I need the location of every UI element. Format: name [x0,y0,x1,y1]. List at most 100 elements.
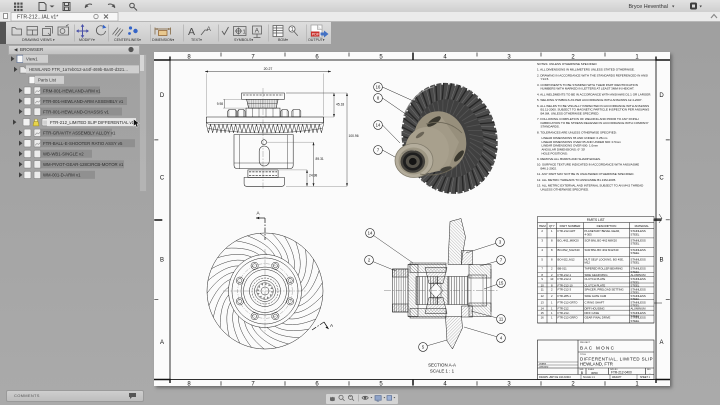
svg-text:20.27: 20.27 [264,67,273,71]
svg-text:STANDARDS.: STANDARDS. [541,125,560,129]
svg-text:3050: 3050 [591,371,598,375]
svg-text:PROJECT: PROJECT [580,342,591,344]
svg-text:SPACER, PRELOAD SETTING: SPACER, PRELOAD SETTING [585,288,624,292]
svg-text:1: 1 [551,229,553,233]
svg-text:STEEL: STEEL [631,251,640,255]
svg-text:BB-011: BB-011 [558,267,568,271]
svg-text:A: A [659,340,663,346]
svg-text:FTR-212_LIMITED SLIP DIFFERENT: FTR-212_LIMITED SLIP DIFFERENTIAL v1 [50,120,135,125]
svg-text:5: 5 [541,257,543,261]
svg-text:C: C [160,175,165,181]
svg-text:2: 2 [551,288,553,292]
svg-text:2: 2 [551,267,553,271]
svg-text:PART NUMBER: PART NUMBER [560,224,581,228]
svg-text:45.18: 45.18 [336,103,344,107]
svg-text:C: C [659,175,664,181]
svg-text:9. REMOVE ALL BURRS AND SHARP: 9. REMOVE ALL BURRS AND SHARP EDGES. [537,157,601,161]
svg-text:UNLESS OTHERWISE SPECIFIED.: UNLESS OTHERWISE SPECIFIED. [541,187,590,191]
svg-text:NUT SELF LOCKING, BO 4SE,: NUT SELF LOCKING, BO 4SE, [585,257,624,261]
svg-text:100.96: 100.96 [349,134,359,138]
svg-text:11: 11 [499,317,504,322]
svg-text:GEAR FINAL DRIVE: GEAR FINAL DRIVE [585,316,611,320]
svg-text:FTR-212-0400: FTR-212-0400 [611,371,632,375]
svg-text:B4.0M, UNLESS OTHERWISE SPECIF: B4.0M, UNLESS OTHERWISE SPECIFIED. [541,111,600,115]
svg-text:DESCRIPTION: DESCRIPTION [597,224,617,228]
svg-text:STEEL: STEEL [631,242,640,246]
svg-text:5: 5 [379,381,383,386]
svg-text:3: 3 [507,381,511,386]
svg-text:WM-001-D-ARM v1: WM-001-D-ARM v1 [43,173,81,178]
svg-text:Parts List: Parts List [38,78,57,83]
svg-text:SCALE 1:1: SCALE 1:1 [583,376,595,379]
svg-text:BO-N22_M12: BO-N22_M12 [558,257,576,261]
svg-text:A: A [256,211,260,216]
svg-text:12. ALL METRIC THREADS TO ANSI: 12. ALL METRIC THREADS TO ANSI/ASME B1.1… [537,178,616,182]
svg-text:FTR-212-GRTO: FTR-212-GRTO [558,300,579,304]
svg-text:14: 14 [376,123,381,128]
svg-text:FTR-212-GRT: FTR-212-GRT [558,229,576,233]
svg-text:A: A [160,340,164,346]
svg-text:1. ALL DIMENSIONS IN MILLIMET: 1. ALL DIMENSIONS IN MILLIMETERS UNLESS … [537,68,635,72]
svg-text:1: 1 [635,381,639,386]
svg-text:B: B [581,371,584,375]
svg-text:11. ANY PART MAY NOT BE IN UNA: 11. ANY PART MAY NOT BE IN UNALTERED OTH… [537,172,634,176]
svg-text:TAPERED ROLLER BEARING: TAPERED ROLLER BEARING [585,267,623,271]
svg-text:CLUTCH PLATE: CLUTCH PLATE [585,277,606,281]
svg-text:15: 15 [499,281,504,286]
svg-text:B46.1-2002.: B46.1-2002. [541,167,558,171]
svg-text:D: D [160,93,165,99]
svg-text:DRAWN: DRAWN [539,362,547,365]
svg-text:4: 4 [443,381,447,386]
svg-text:-: - [650,371,651,375]
svg-text:2: 2 [551,294,553,298]
svg-text:12: 12 [541,294,545,298]
svg-text:PARTS LIST: PARTS LIST [587,218,605,222]
svg-text:10: 10 [550,277,554,281]
svg-text:6: 6 [315,381,319,386]
svg-text:4. ALL WELDMENTS TO BE IN ACC: 4. ALL WELDMENTS TO BE IN ACCORDANCE WIT… [537,92,651,96]
svg-text:Y14.5.: Y14.5. [541,77,550,81]
svg-text:FTR-212-2: FTR-212-2 [558,277,572,281]
svg-text:NOTES: UNLESS OTHERWISE SPECI: NOTES: UNLESS OTHERWISE SPECIFIED [537,62,597,66]
svg-text:5. WELDING SYMBOLS AS PER ACC: 5. WELDING SYMBOLS AS PER ACCORDANCE WIT… [537,98,643,102]
svg-text:STEEL: STEEL [631,261,640,265]
svg-text:15: 15 [541,311,545,315]
svg-text:FRM-001-HEWLAND-ARM v1: FRM-001-HEWLAND-ARM v1 [43,88,101,93]
svg-text:8: 8 [551,257,553,261]
svg-text:BAC MONC: BAC MONC [580,346,615,351]
svg-text:FTR-212-GRFO: FTR-212-GRFO [558,316,579,320]
svg-text:FTR-GRAVITY ASSEMBLY ALLOY v1: FTR-GRAVITY ASSEMBLY ALLOY v1 [43,130,116,135]
svg-text:HOLE POSITIONS:: HOLE POSITIONS: [542,151,568,155]
svg-text:89.31: 89.31 [316,157,324,161]
svg-text:FTR-001-HEWLAND-CHASSIS v1: FTR-001-HEWLAND-CHASSIS v1 [43,109,110,114]
svg-text:SHEET 1: SHEET 1 [640,376,651,379]
svg-text:SIDE GATE CAM: SIDE GATE CAM [585,294,607,298]
svg-text:7: 7 [541,267,543,271]
svg-text:HEWLAND FTR_1a7eb012-a44f-469b: HEWLAND FTR_1a7eb012-a44f-469b-8a40-d321… [29,67,128,72]
svg-text:SCALE 1 : 1: SCALE 1 : 1 [430,369,455,374]
svg-text:9: 9 [541,277,543,281]
svg-text:D: D [659,93,664,99]
svg-text:4-305: 4-305 [585,232,593,236]
svg-text:9.98: 9.98 [217,102,223,106]
svg-text:HEWLAND, FTR: HEWLAND, FTR [580,362,613,367]
svg-text:SECTION A-A: SECTION A-A [428,363,456,368]
svg-text:A: A [330,323,334,328]
svg-text:8: 8 [187,381,191,386]
svg-text:CHECKED: CHECKED [539,366,549,368]
svg-text:4: 4 [541,248,543,252]
svg-text:FTR-285-1: FTR-285-1 [558,294,572,298]
svg-text:A: A [207,26,212,33]
svg-text:WM-PIVOT-GEAR-128CIRCB-MOTOR v: WM-PIVOT-GEAR-128CIRCB-MOTOR v1 [43,162,124,167]
svg-text:FTR-212-3: FTR-212-3 [558,288,572,292]
svg-text:A: A [188,26,195,38]
svg-text:M12: M12 [585,261,591,265]
svg-text:FTR-212...IAL v1*: FTR-212...IAL v1* [17,15,58,21]
svg-text:View1: View1 [26,57,38,62]
svg-text:ITEM: ITEM [539,224,546,228]
svg-text:FTR-BALL-E-SHOOTER RATIO ASSY: FTR-BALL-E-SHOOTER RATIO ASSY v5 [43,141,123,146]
svg-text:NUMBERS WITH MARKED IN LETTERS: NUMBERS WITH MARKED IN LETTERS AT LEAST … [541,87,635,91]
svg-text:8: 8 [551,248,553,252]
svg-text:14: 14 [368,231,373,236]
svg-text:8. TOLERANCES ARE UNLESS OTHE: 8. TOLERANCES ARE UNLESS OTHERWISE SPECI… [537,130,617,134]
